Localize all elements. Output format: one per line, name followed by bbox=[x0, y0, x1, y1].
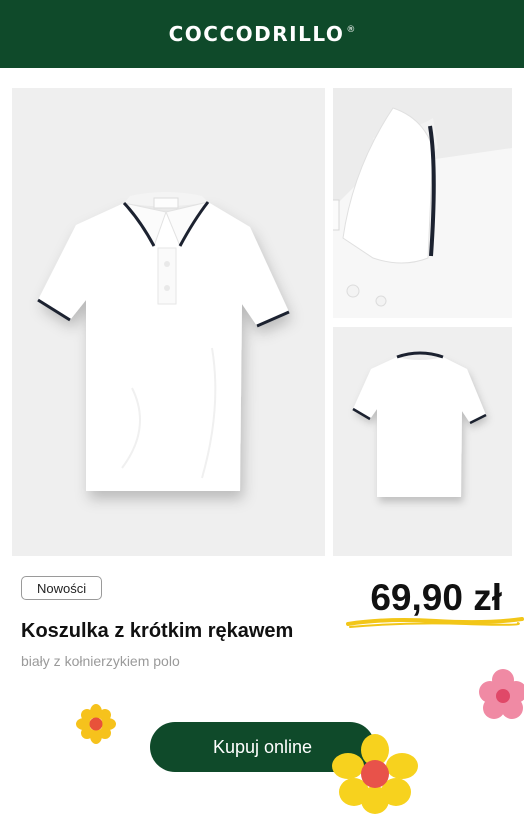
brand-logo[interactable]: COCCODRILLO ® bbox=[169, 22, 356, 46]
pink-flower-icon bbox=[479, 669, 524, 719]
price-underline-scribble bbox=[346, 617, 524, 628]
header-bar: COCCODRILLO ® bbox=[0, 0, 524, 68]
white-polo-shirt-back-icon bbox=[352, 351, 487, 497]
orange-flower-icon bbox=[76, 704, 116, 744]
new-badge[interactable]: Nowości bbox=[21, 576, 103, 600]
main-product-photo[interactable] bbox=[12, 88, 325, 556]
collar-detail-photo[interactable] bbox=[333, 88, 512, 318]
registered-mark: ® bbox=[346, 25, 356, 35]
product-title: Koszulka z krótkim rękawem bbox=[21, 620, 294, 642]
product-price: 69,90 zł bbox=[370, 577, 502, 618]
back-product-photo[interactable] bbox=[333, 327, 512, 556]
yellow-flower-icon bbox=[332, 734, 418, 814]
product-subtitle: biały z kołnierzykiem polo bbox=[21, 653, 180, 669]
brand-name: COCCODRILLO bbox=[168, 22, 345, 46]
white-polo-shirt-front-icon bbox=[37, 192, 290, 491]
polo-collar-closeup-icon bbox=[333, 88, 512, 318]
